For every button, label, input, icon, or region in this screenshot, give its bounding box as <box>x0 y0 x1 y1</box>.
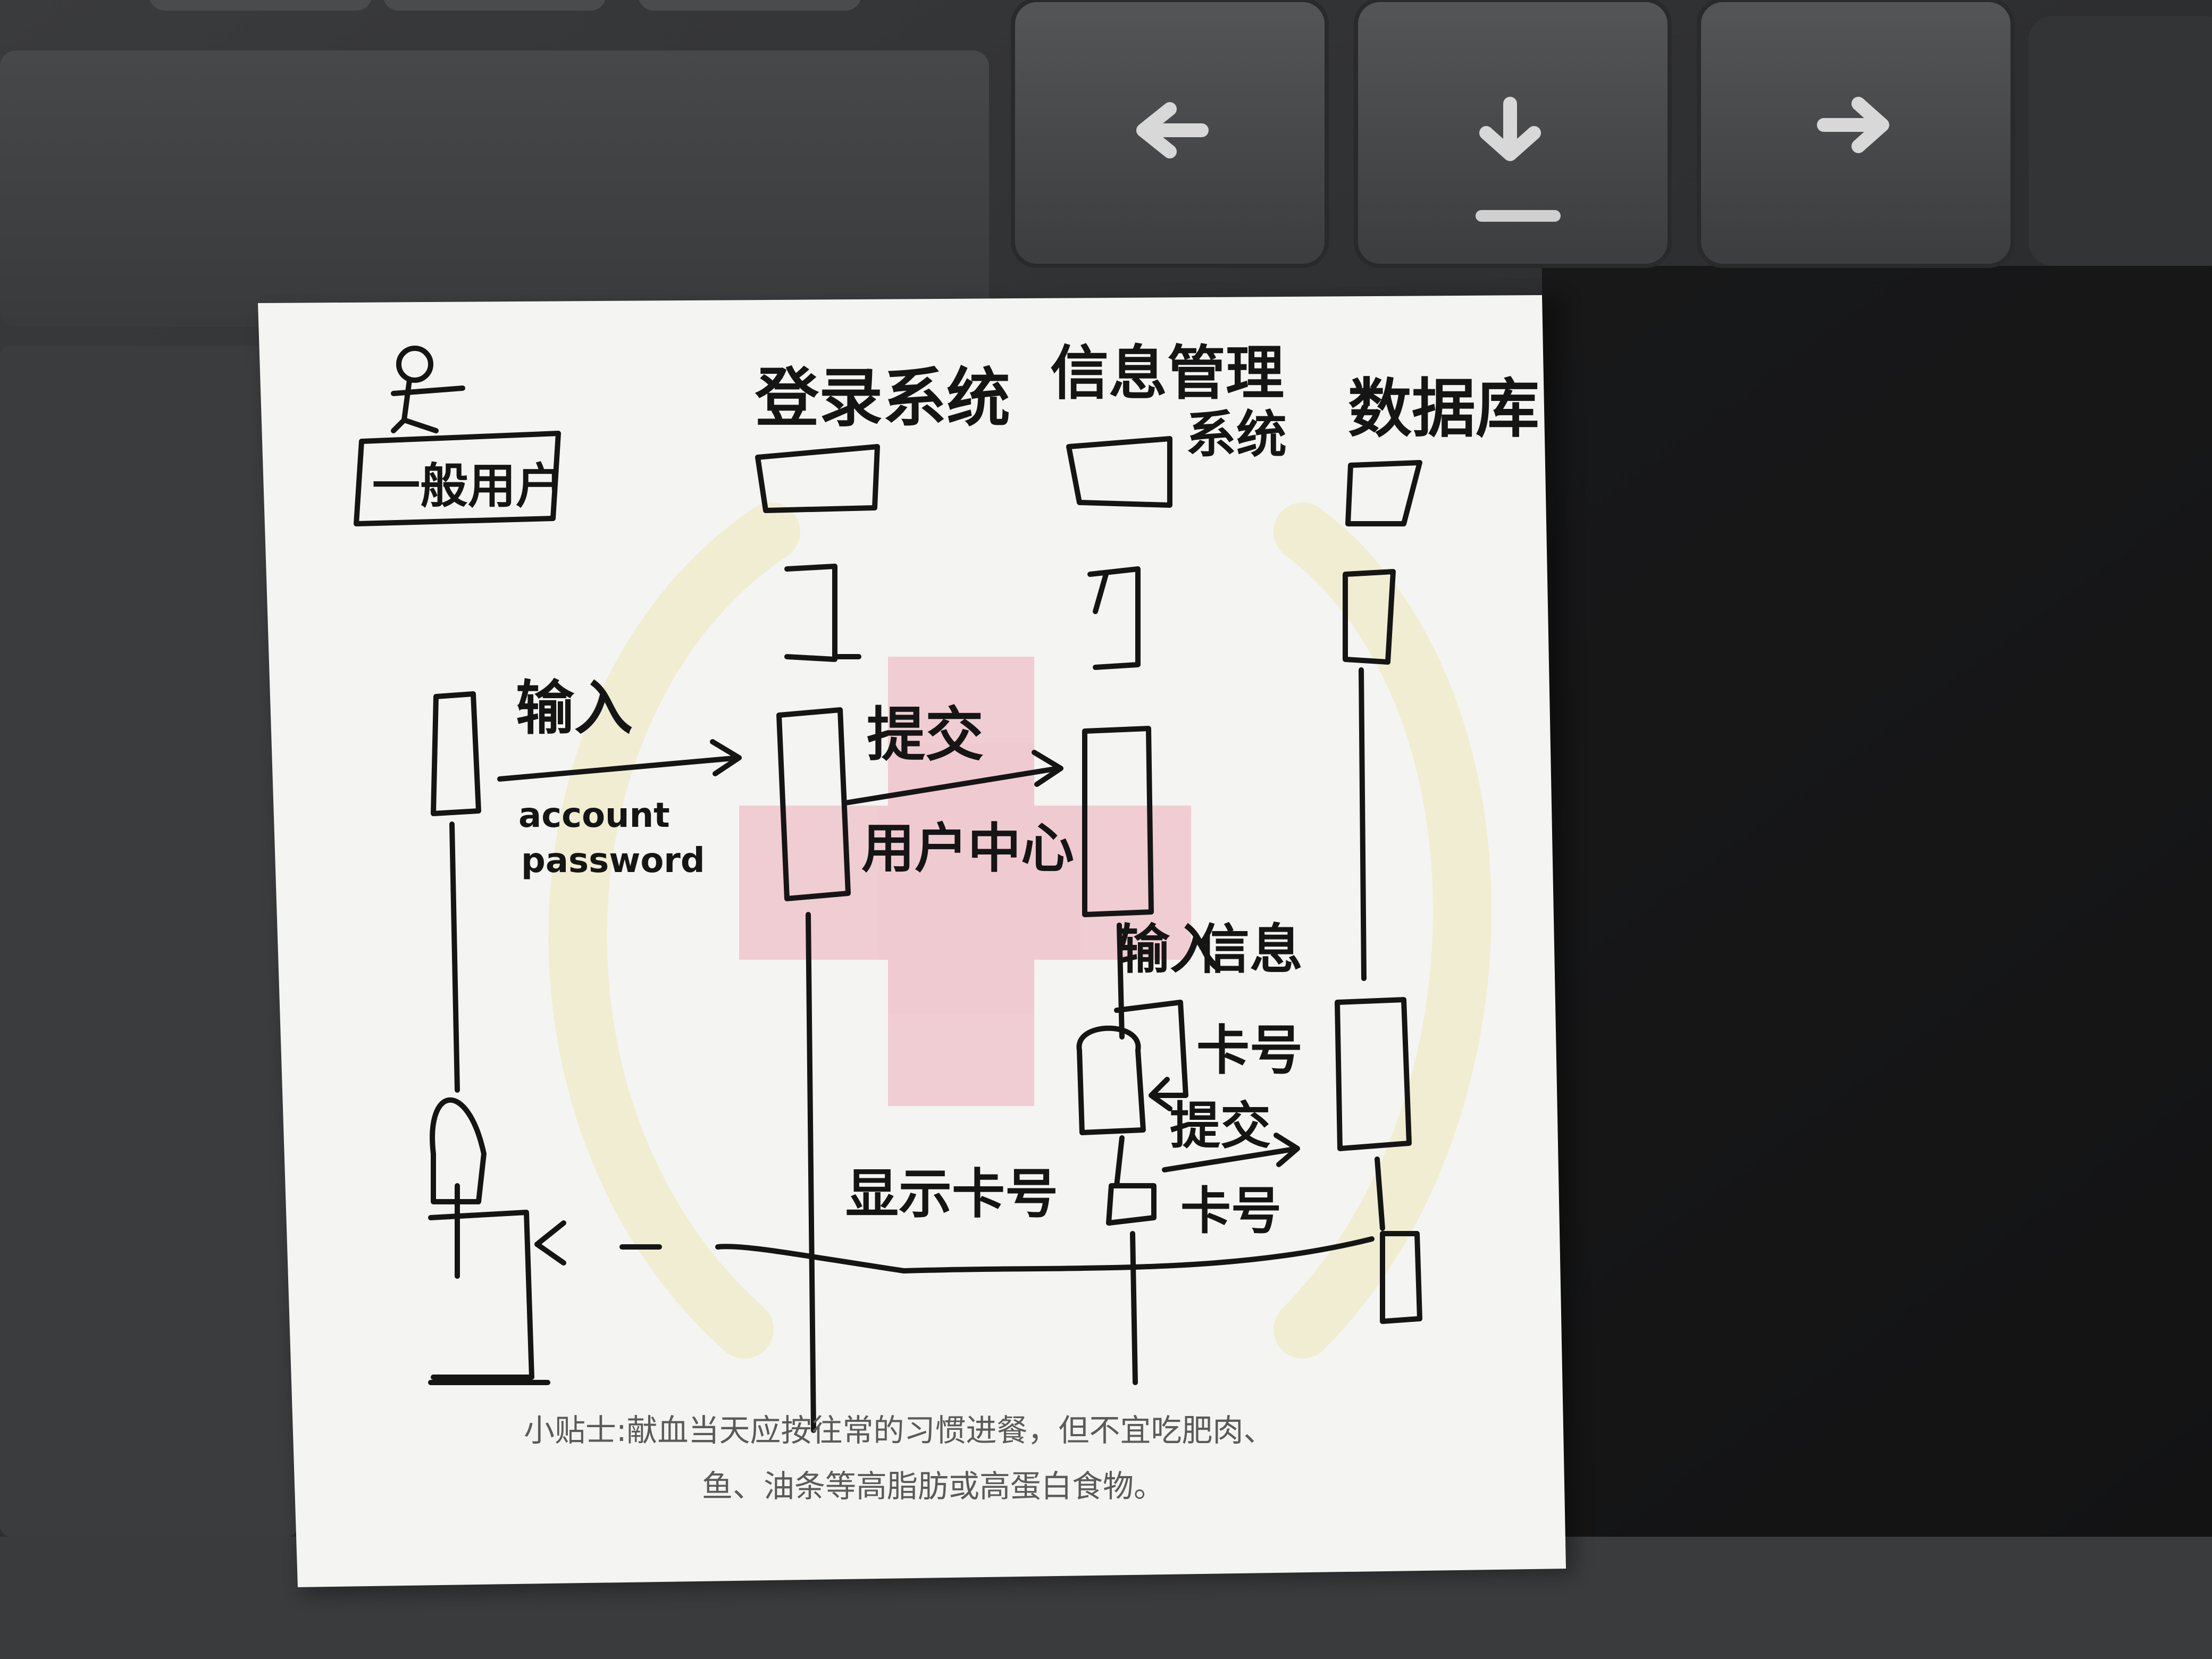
trackpad-upper[interactable] <box>0 51 989 327</box>
lifeline-info-label-2: 系统 <box>1186 406 1287 464</box>
right-arrow-key[interactable] <box>1697 0 2015 268</box>
left-arrow-key[interactable] <box>1011 0 1329 268</box>
msg-user-center-label: 用户中心 <box>861 817 1074 879</box>
printed-tip-line-1: 小贴士:献血当天应按往常的习惯进餐，但不宜吃肥肉、 <box>524 1412 1275 1448</box>
msg-enter-info-2: 信息 <box>1196 918 1303 981</box>
db-lifeline <box>1359 667 1367 981</box>
down-arrow-key[interactable] <box>1354 0 1672 268</box>
key-fragment[interactable] <box>383 0 606 11</box>
photo-scene: 一般用户 登录系统 信息管理 系统 数据库 输入 account passwor… <box>0 0 2212 1659</box>
lifeline-info-label-1: 信息管理 <box>1050 339 1284 407</box>
key-indicator-light <box>1476 210 1561 222</box>
msg-show-card-label: 显示卡号 <box>845 1163 1058 1225</box>
msg-input-params-2: password <box>521 841 705 881</box>
trackpad-lower[interactable] <box>0 346 298 1537</box>
key-fragment[interactable] <box>149 0 372 11</box>
msg-input-params-1: account <box>518 796 670 835</box>
msg-card-no-label: 卡号 <box>1196 1019 1303 1082</box>
actor-label: 一般用户 <box>372 458 564 514</box>
lifeline-login-label: 登录系统 <box>755 362 1010 435</box>
key-fragment[interactable] <box>638 0 861 11</box>
dark-right-area <box>1542 266 2212 1659</box>
lifeline-db-label: 数据库 <box>1348 372 1539 446</box>
msg-submit-label: 提交 <box>867 701 984 769</box>
printed-tip-line-2: 鱼、油条等高脂肪或高蛋白食物。 <box>702 1468 1164 1504</box>
msg-input-label: 输入 <box>516 674 633 742</box>
msg-submit-card-2: 卡号 <box>1180 1182 1281 1241</box>
msg-submit-card-1: 提交 <box>1170 1097 1271 1155</box>
key-fragment[interactable] <box>2029 16 2212 266</box>
